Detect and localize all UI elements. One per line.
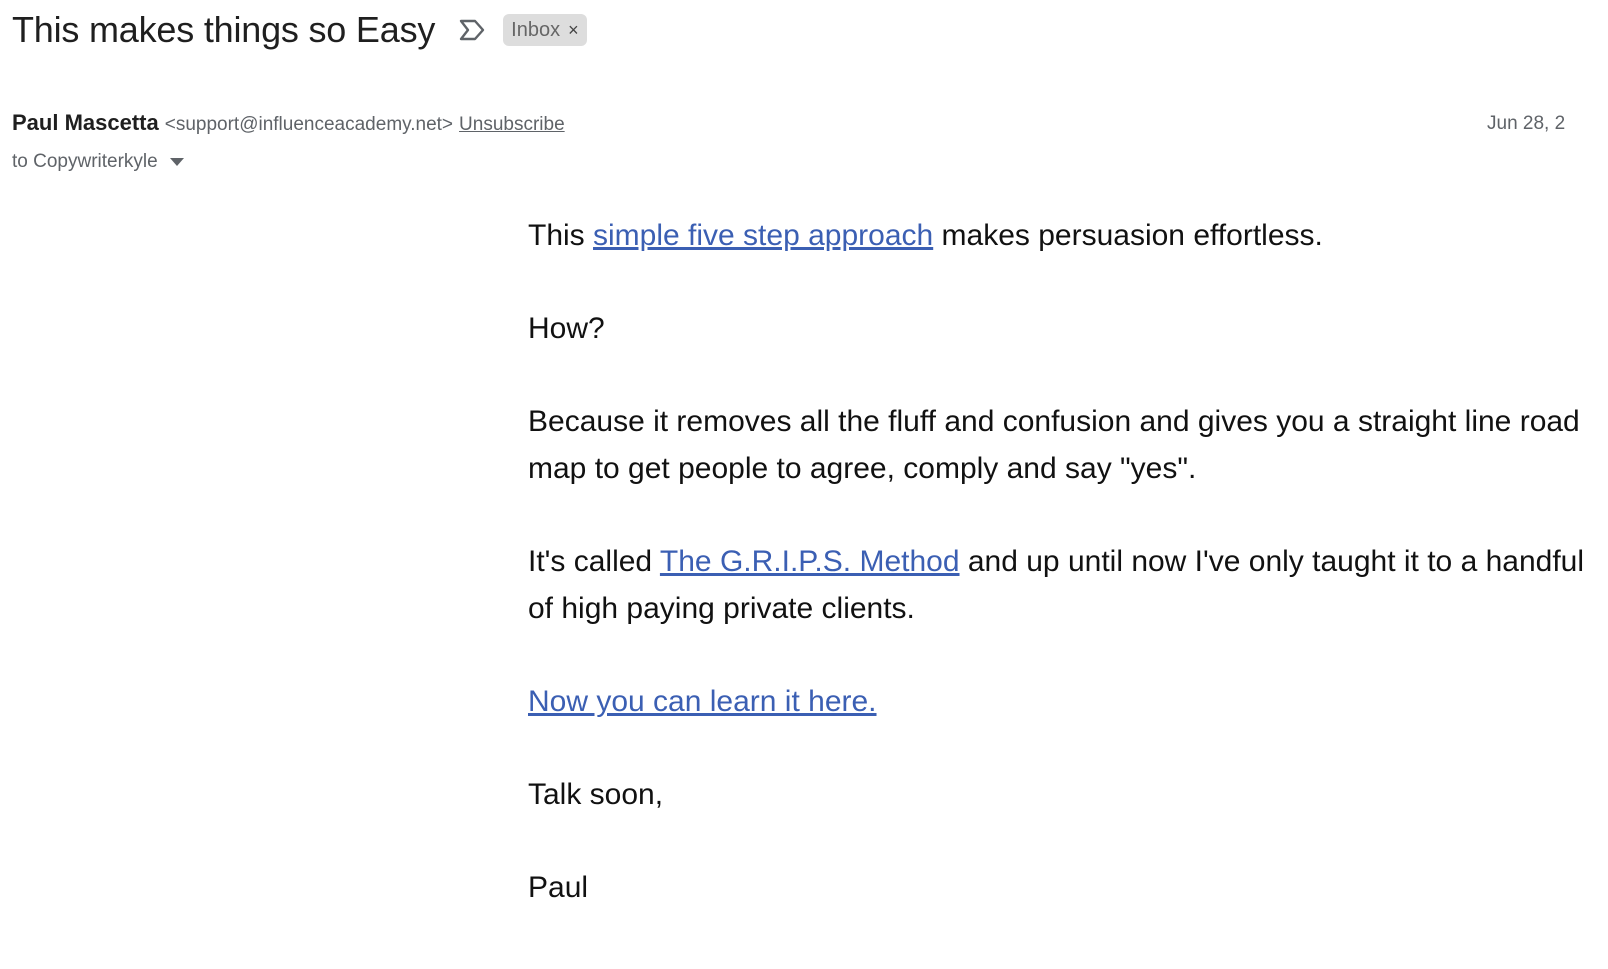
- recipient-row: to Copywriterkyle: [12, 148, 186, 176]
- caret-down-icon[interactable]: [168, 153, 186, 171]
- grips-method-link[interactable]: The G.R.I.P.S. Method: [660, 545, 960, 578]
- recipient-text: to Copywriterkyle: [12, 151, 158, 172]
- label-important-icon[interactable]: [457, 17, 487, 43]
- inbox-label-chip[interactable]: Inbox ×: [503, 14, 587, 46]
- body-paragraph: This simple five step approach makes per…: [528, 212, 1588, 259]
- body-text: It's called: [528, 545, 660, 578]
- learn-it-here-link[interactable]: Now you can learn it here.: [528, 685, 877, 718]
- sender-name[interactable]: Paul Mascetta: [12, 110, 159, 136]
- body-paragraph: How?: [528, 312, 605, 345]
- email-body: This simple five step approach makes per…: [528, 212, 1588, 957]
- body-paragraph: Now you can learn it here.: [528, 678, 1588, 725]
- sender-row: Paul Mascetta <support@influenceacademy.…: [12, 110, 565, 140]
- body-text: makes persuasion effortless.: [933, 219, 1323, 252]
- subject-row: This makes things so Easy Inbox ×: [12, 8, 587, 52]
- sender-email: <support@influenceacademy.net>: [164, 114, 454, 135]
- signature: Paul: [528, 871, 589, 904]
- email-date: Jun 28, 2: [1487, 113, 1566, 134]
- email-subject: This makes things so Easy: [12, 9, 436, 50]
- five-step-approach-link[interactable]: simple five step approach: [593, 219, 933, 252]
- signoff: Talk soon,: [528, 778, 664, 811]
- inbox-label-text: Inbox: [511, 18, 561, 41]
- body-text: This: [528, 219, 594, 252]
- remove-label-icon[interactable]: ×: [568, 21, 579, 39]
- unsubscribe-link[interactable]: Unsubscribe: [459, 114, 565, 136]
- body-paragraph: Because it removes all the fluff and con…: [528, 405, 1580, 485]
- body-paragraph: It's called The G.R.I.P.S. Method and up…: [528, 538, 1588, 632]
